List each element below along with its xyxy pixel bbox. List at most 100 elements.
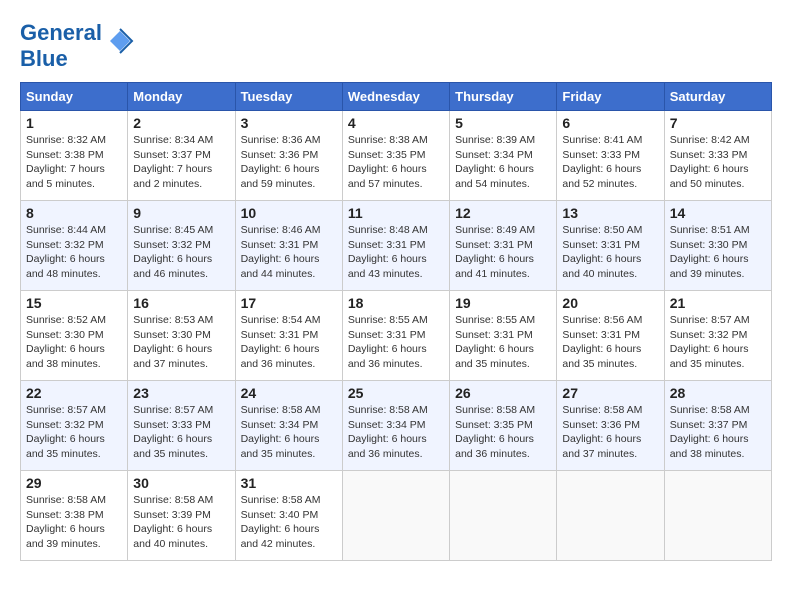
logo-text: General Blue xyxy=(20,20,102,72)
day-detail: Sunrise: 8:58 AMSunset: 3:35 PMDaylight:… xyxy=(455,403,551,462)
day-number: 4 xyxy=(348,115,444,131)
day-number: 27 xyxy=(562,385,658,401)
day-detail: Sunrise: 8:41 AMSunset: 3:33 PMDaylight:… xyxy=(562,133,658,192)
day-detail: Sunrise: 8:56 AMSunset: 3:31 PMDaylight:… xyxy=(562,313,658,372)
day-number: 11 xyxy=(348,205,444,221)
day-number: 6 xyxy=(562,115,658,131)
day-number: 14 xyxy=(670,205,766,221)
calendar-day-15: 15 Sunrise: 8:52 AMSunset: 3:30 PMDayligh… xyxy=(21,291,128,381)
day-number: 21 xyxy=(670,295,766,311)
day-number: 5 xyxy=(455,115,551,131)
logo-icon xyxy=(106,27,134,55)
calendar-day-1: 1Sunrise: 8:32 AMSunset: 3:38 PMDaylight… xyxy=(21,111,128,201)
weekday-header-saturday: Saturday xyxy=(664,83,771,111)
calendar-day-7: 7 Sunrise: 8:42 AMSunset: 3:33 PMDaylight… xyxy=(664,111,771,201)
calendar-table: SundayMondayTuesdayWednesdayThursdayFrid… xyxy=(20,82,772,561)
calendar-day-12: 12 Sunrise: 8:49 AMSunset: 3:31 PMDayligh… xyxy=(450,201,557,291)
weekday-header-sunday: Sunday xyxy=(21,83,128,111)
weekday-header-tuesday: Tuesday xyxy=(235,83,342,111)
calendar-week-5: 29Sunrise: 8:58 AMSunset: 3:38 PMDayligh… xyxy=(21,471,772,561)
empty-cell xyxy=(557,471,664,561)
weekday-header-friday: Friday xyxy=(557,83,664,111)
calendar-day-14: 14 Sunrise: 8:51 AMSunset: 3:30 PMDayligh… xyxy=(664,201,771,291)
calendar-day-25: 25 Sunrise: 8:58 AMSunset: 3:34 PMDayligh… xyxy=(342,381,449,471)
day-number: 29 xyxy=(26,475,122,491)
calendar-day-5: 5 Sunrise: 8:39 AMSunset: 3:34 PMDaylight… xyxy=(450,111,557,201)
day-number: 2 xyxy=(133,115,229,131)
day-number: 23 xyxy=(133,385,229,401)
calendar-header-row: SundayMondayTuesdayWednesdayThursdayFrid… xyxy=(21,83,772,111)
calendar-day-4: 4 Sunrise: 8:38 AMSunset: 3:35 PMDaylight… xyxy=(342,111,449,201)
logo: General Blue xyxy=(20,20,134,72)
day-detail: Sunrise: 8:58 AMSunset: 3:40 PMDaylight:… xyxy=(241,493,337,552)
day-number: 3 xyxy=(241,115,337,131)
calendar-day-31: 31Sunrise: 8:58 AMSunset: 3:40 PMDayligh… xyxy=(235,471,342,561)
day-detail: Sunrise: 8:57 AMSunset: 3:33 PMDaylight:… xyxy=(133,403,229,462)
day-detail: Sunrise: 8:39 AMSunset: 3:34 PMDaylight:… xyxy=(455,133,551,192)
day-number: 25 xyxy=(348,385,444,401)
weekday-header-wednesday: Wednesday xyxy=(342,83,449,111)
calendar-day-19: 19 Sunrise: 8:55 AMSunset: 3:31 PMDayligh… xyxy=(450,291,557,381)
calendar-day-9: 9 Sunrise: 8:45 AMSunset: 3:32 PMDaylight… xyxy=(128,201,235,291)
day-detail: Sunrise: 8:54 AMSunset: 3:31 PMDaylight:… xyxy=(241,313,337,372)
day-detail: Sunrise: 8:53 AMSunset: 3:30 PMDaylight:… xyxy=(133,313,229,372)
day-number: 24 xyxy=(241,385,337,401)
empty-cell xyxy=(342,471,449,561)
day-detail: Sunrise: 8:44 AMSunset: 3:32 PMDaylight:… xyxy=(26,223,122,282)
day-detail: Sunrise: 8:55 AMSunset: 3:31 PMDaylight:… xyxy=(455,313,551,372)
day-number: 19 xyxy=(455,295,551,311)
weekday-header-thursday: Thursday xyxy=(450,83,557,111)
day-number: 18 xyxy=(348,295,444,311)
day-detail: Sunrise: 8:51 AMSunset: 3:30 PMDaylight:… xyxy=(670,223,766,282)
day-number: 9 xyxy=(133,205,229,221)
calendar-day-28: 28 Sunrise: 8:58 AMSunset: 3:37 PMDayligh… xyxy=(664,381,771,471)
day-number: 10 xyxy=(241,205,337,221)
day-detail: Sunrise: 8:42 AMSunset: 3:33 PMDaylight:… xyxy=(670,133,766,192)
day-detail: Sunrise: 8:58 AMSunset: 3:37 PMDaylight:… xyxy=(670,403,766,462)
calendar-body: 1Sunrise: 8:32 AMSunset: 3:38 PMDaylight… xyxy=(21,111,772,561)
day-detail: Sunrise: 8:45 AMSunset: 3:32 PMDaylight:… xyxy=(133,223,229,282)
calendar-day-17: 17 Sunrise: 8:54 AMSunset: 3:31 PMDayligh… xyxy=(235,291,342,381)
day-detail: Sunrise: 8:50 AMSunset: 3:31 PMDaylight:… xyxy=(562,223,658,282)
day-detail: Sunrise: 8:49 AMSunset: 3:31 PMDaylight:… xyxy=(455,223,551,282)
day-number: 8 xyxy=(26,205,122,221)
calendar-week-2: 8 Sunrise: 8:44 AMSunset: 3:32 PMDaylight… xyxy=(21,201,772,291)
day-number: 15 xyxy=(26,295,122,311)
calendar-day-18: 18 Sunrise: 8:55 AMSunset: 3:31 PMDayligh… xyxy=(342,291,449,381)
day-detail: Sunrise: 8:34 AMSunset: 3:37 PMDaylight:… xyxy=(133,133,229,192)
calendar-day-29: 29Sunrise: 8:58 AMSunset: 3:38 PMDayligh… xyxy=(21,471,128,561)
day-number: 7 xyxy=(670,115,766,131)
empty-cell xyxy=(664,471,771,561)
day-number: 26 xyxy=(455,385,551,401)
weekday-header-monday: Monday xyxy=(128,83,235,111)
day-detail: Sunrise: 8:55 AMSunset: 3:31 PMDaylight:… xyxy=(348,313,444,372)
day-detail: Sunrise: 8:58 AMSunset: 3:34 PMDaylight:… xyxy=(241,403,337,462)
day-number: 30 xyxy=(133,475,229,491)
calendar-day-3: 3 Sunrise: 8:36 AMSunset: 3:36 PMDaylight… xyxy=(235,111,342,201)
day-detail: Sunrise: 8:38 AMSunset: 3:35 PMDaylight:… xyxy=(348,133,444,192)
day-detail: Sunrise: 8:48 AMSunset: 3:31 PMDaylight:… xyxy=(348,223,444,282)
day-detail: Sunrise: 8:36 AMSunset: 3:36 PMDaylight:… xyxy=(241,133,337,192)
calendar-day-13: 13Sunrise: 8:50 AMSunset: 3:31 PMDayligh… xyxy=(557,201,664,291)
calendar-day-20: 20Sunrise: 8:56 AMSunset: 3:31 PMDayligh… xyxy=(557,291,664,381)
day-number: 17 xyxy=(241,295,337,311)
calendar-day-6: 6 Sunrise: 8:41 AMSunset: 3:33 PMDaylight… xyxy=(557,111,664,201)
day-detail: Sunrise: 8:57 AMSunset: 3:32 PMDaylight:… xyxy=(26,403,122,462)
calendar-day-22: 22 Sunrise: 8:57 AMSunset: 3:32 PMDayligh… xyxy=(21,381,128,471)
calendar-day-21: 21Sunrise: 8:57 AMSunset: 3:32 PMDayligh… xyxy=(664,291,771,381)
calendar-day-27: 27Sunrise: 8:58 AMSunset: 3:36 PMDayligh… xyxy=(557,381,664,471)
calendar-day-23: 23 Sunrise: 8:57 AMSunset: 3:33 PMDayligh… xyxy=(128,381,235,471)
day-number: 16 xyxy=(133,295,229,311)
day-detail: Sunrise: 8:58 AMSunset: 3:34 PMDaylight:… xyxy=(348,403,444,462)
calendar-day-10: 10Sunrise: 8:46 AMSunset: 3:31 PMDayligh… xyxy=(235,201,342,291)
empty-cell xyxy=(450,471,557,561)
day-number: 22 xyxy=(26,385,122,401)
calendar-day-2: 2 Sunrise: 8:34 AMSunset: 3:37 PMDaylight… xyxy=(128,111,235,201)
calendar-week-1: 1Sunrise: 8:32 AMSunset: 3:38 PMDaylight… xyxy=(21,111,772,201)
calendar-day-16: 16 Sunrise: 8:53 AMSunset: 3:30 PMDayligh… xyxy=(128,291,235,381)
day-number: 12 xyxy=(455,205,551,221)
day-number: 28 xyxy=(670,385,766,401)
day-detail: Sunrise: 8:52 AMSunset: 3:30 PMDaylight:… xyxy=(26,313,122,372)
calendar-day-8: 8 Sunrise: 8:44 AMSunset: 3:32 PMDaylight… xyxy=(21,201,128,291)
calendar-week-4: 22 Sunrise: 8:57 AMSunset: 3:32 PMDayligh… xyxy=(21,381,772,471)
